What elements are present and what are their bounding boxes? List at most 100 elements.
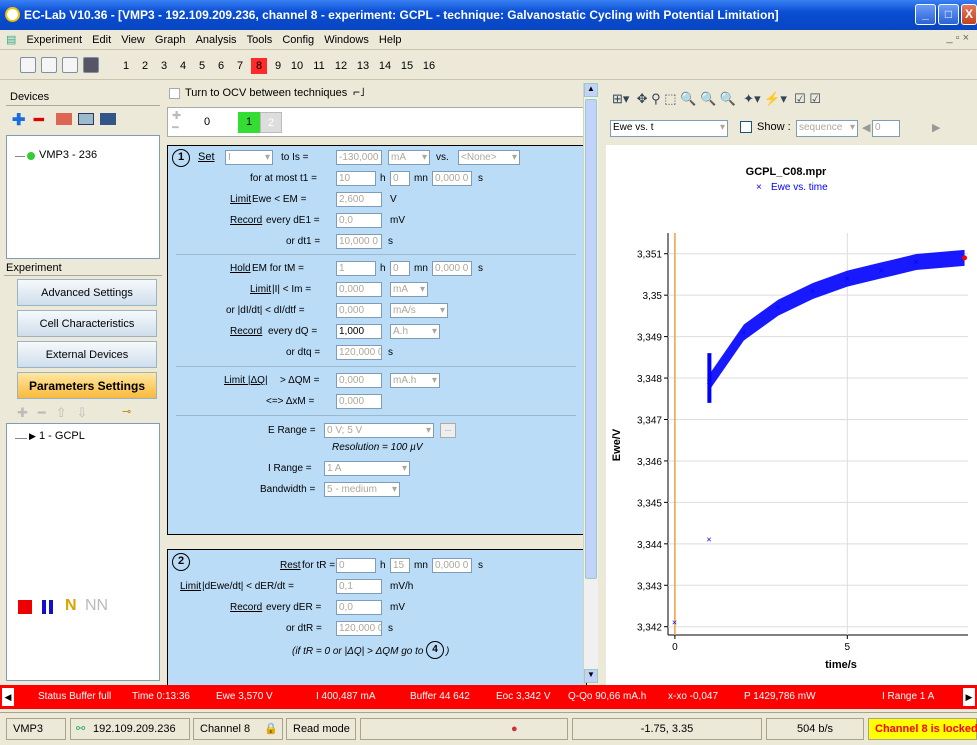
vs-select[interactable]: <None> xyxy=(458,150,520,165)
channel-2-button[interactable]: 2 xyxy=(137,58,153,74)
device-table-icon[interactable] xyxy=(78,113,94,125)
prev-icon[interactable]: ◀ xyxy=(862,121,870,134)
menu-edit[interactable]: Edit xyxy=(92,30,111,50)
external-devices-button[interactable]: External Devices xyxy=(17,341,157,368)
channel-9-button[interactable]: 9 xyxy=(270,58,286,74)
next-sequence-icon[interactable]: N xyxy=(65,597,77,615)
erange-select[interactable]: 0 V; 5 V xyxy=(324,423,434,438)
mdi-controls[interactable]: _ ▫ × xyxy=(946,32,969,44)
dq-unit-select[interactable]: A.h xyxy=(390,324,440,339)
device-config-icon[interactable] xyxy=(56,113,72,125)
chart-area[interactable]: GCPL_C08.mpr × Ewe vs. time 3,342 3,343 3,… xyxy=(606,145,977,685)
cell-characteristics-button[interactable]: Cell Characteristics xyxy=(17,310,157,337)
status-scroll-right[interactable]: ▶ xyxy=(963,688,975,706)
sequence-number-input[interactable]: 0 xyxy=(872,120,900,137)
menu-help[interactable]: Help xyxy=(379,30,402,50)
limit-dq-link[interactable]: Limit |ΔQ| xyxy=(224,372,268,389)
sequence-tab-0[interactable]: 0 xyxy=(196,112,218,133)
tm-hours-input[interactable]: 1 xyxy=(336,261,376,276)
didt-unit-select[interactable]: mA/s xyxy=(390,303,448,318)
dq-input[interactable]: 1,000 xyxy=(336,324,382,339)
t1-seconds-input[interactable]: 0,000 0 xyxy=(432,171,472,186)
channel-10-button[interactable]: 10 xyxy=(289,58,305,74)
tm-minutes-input[interactable]: 0 xyxy=(390,261,410,276)
sequence-add-icon[interactable]: ✚ ━ xyxy=(172,110,181,134)
show-checkbox[interactable] xyxy=(740,121,752,133)
channel-7-button[interactable]: 7 xyxy=(232,58,248,74)
advanced-settings-button[interactable]: Advanced Settings xyxy=(17,279,157,306)
dqm-input[interactable]: 0,000 xyxy=(336,373,382,388)
key-icon[interactable]: ⊸ xyxy=(122,405,131,418)
menu-config[interactable]: Config xyxy=(282,30,314,50)
menu-view[interactable]: View xyxy=(121,30,145,50)
record-dq-link[interactable]: Record xyxy=(230,323,262,340)
menu-windows[interactable]: Windows xyxy=(324,30,369,50)
menu-experiment[interactable]: Experiment xyxy=(26,30,82,50)
dtq-input[interactable]: 120,000 0 xyxy=(336,345,382,360)
sequence-select[interactable]: sequence xyxy=(796,120,858,137)
set-link[interactable]: Set xyxy=(198,149,215,166)
tm-seconds-input[interactable]: 0,000 0 xyxy=(432,261,472,276)
sequence-tab-2[interactable]: 2 xyxy=(260,112,282,133)
channel-14-button[interactable]: 14 xyxy=(377,58,393,74)
im-input[interactable]: 0,000 xyxy=(336,282,382,297)
record-link[interactable]: Record xyxy=(230,212,262,229)
status-scroll-left[interactable]: ◀ xyxy=(2,688,14,706)
set-mode-select[interactable]: I xyxy=(225,150,273,165)
menu-analysis[interactable]: Analysis xyxy=(196,30,237,50)
channel-4-button[interactable]: 4 xyxy=(175,58,191,74)
hold-link[interactable]: Hold xyxy=(230,260,251,277)
rest-link[interactable]: Rest xyxy=(280,557,301,574)
dtr-input[interactable]: 120,000 0 xyxy=(336,621,382,636)
parameters-settings-button[interactable]: Parameters Settings xyxy=(17,372,157,399)
next-technique-icon[interactable]: NN xyxy=(85,597,108,615)
t1-hours-input[interactable]: 10 xyxy=(336,171,376,186)
limit-link[interactable]: Limit xyxy=(230,191,251,208)
pause-icon[interactable] xyxy=(42,600,46,614)
technique-tools[interactable]: ✚━⇧⇩ xyxy=(17,405,98,421)
erange-more-button[interactable]: ... xyxy=(440,423,456,438)
remove-device-icon[interactable]: ━ xyxy=(34,110,44,130)
menu-tools[interactable]: Tools xyxy=(247,30,273,50)
new-icon[interactable] xyxy=(20,57,36,73)
limit-der-link[interactable]: Limit xyxy=(180,578,201,595)
next-icon[interactable]: ▶ xyxy=(932,121,940,134)
de1-input[interactable]: 0,0 xyxy=(336,213,382,228)
stop-icon[interactable] xyxy=(18,600,32,614)
tr-seconds-input[interactable]: 0,000 0 xyxy=(432,558,472,573)
close-button[interactable]: X xyxy=(961,4,977,25)
channel-11-button[interactable]: 11 xyxy=(311,58,327,74)
add-device-icon[interactable]: ✚ xyxy=(12,110,25,130)
is-unit-select[interactable]: mA xyxy=(388,150,430,165)
dqm-unit-select[interactable]: mA.h xyxy=(390,373,440,388)
is-input[interactable]: -130,000 xyxy=(336,150,382,165)
ocv-checkbox[interactable] xyxy=(169,88,180,99)
sequence-tab-1[interactable]: 1 xyxy=(238,112,260,133)
scroll-thumb[interactable] xyxy=(585,99,597,579)
channel-16-button[interactable]: 16 xyxy=(421,58,437,74)
channel-5-button[interactable]: 5 xyxy=(194,58,210,74)
channel-12-button[interactable]: 12 xyxy=(333,58,349,74)
tr-minutes-input[interactable]: 15 xyxy=(390,558,410,573)
tr-hours-input[interactable]: 0 xyxy=(336,558,376,573)
technique-item[interactable]: 1 - GCPL xyxy=(39,430,85,442)
menu-graph[interactable]: Graph xyxy=(155,30,186,50)
maximize-button[interactable]: □ xyxy=(938,4,959,25)
parameters-scrollbar[interactable]: ▲ ▼ xyxy=(583,83,598,683)
goto-sequence-number[interactable]: 4 xyxy=(426,641,444,659)
channel-8-button[interactable]: 8 xyxy=(251,58,267,74)
der-input[interactable]: 0,1 xyxy=(336,579,382,594)
em-input[interactable]: 2,600 xyxy=(336,192,382,207)
der2-input[interactable]: 0,0 xyxy=(336,600,382,615)
t1-minutes-input[interactable]: 0 xyxy=(390,171,410,186)
dxm-input[interactable]: 0,000 xyxy=(336,394,382,409)
limit-im-link[interactable]: Limit xyxy=(250,281,271,298)
bandwidth-select[interactable]: 5 - medium xyxy=(324,482,400,497)
irange-select[interactable]: 1 A xyxy=(324,461,410,476)
im-unit-select[interactable]: mA xyxy=(390,282,428,297)
channel-1-button[interactable]: 1 xyxy=(118,58,134,74)
record-der-link[interactable]: Record xyxy=(230,599,262,616)
load-icon[interactable] xyxy=(62,57,78,73)
graph-toolbar[interactable]: ⊞▾ ✥ ⚲ ⬚ 🔍 🔍 🔍 ✦▾ ⚡▾ ☑ ☑ xyxy=(612,91,821,107)
channel-13-button[interactable]: 13 xyxy=(355,58,371,74)
